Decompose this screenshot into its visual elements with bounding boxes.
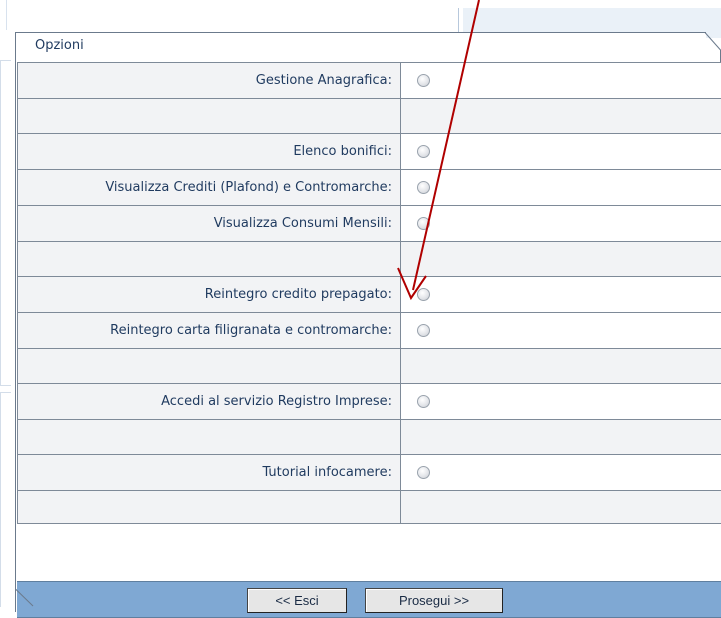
- radio-unselected-icon[interactable]: [417, 181, 430, 194]
- spacer-row: [18, 491, 721, 524]
- radio-unselected-icon[interactable]: [417, 288, 430, 301]
- option-cell: [401, 170, 721, 206]
- background-divider: [6, 0, 7, 30]
- options-table: Gestione Anagrafica: Elenco bonifici: Vi…: [17, 62, 721, 524]
- background-divider: [458, 8, 459, 32]
- option-label: Reintegro carta filigranata e contromarc…: [18, 313, 401, 349]
- option-label: Visualizza Consumi Mensili:: [18, 206, 401, 242]
- background-frame: [0, 60, 11, 386]
- option-label: Elenco bonifici:: [18, 134, 401, 170]
- radio-unselected-icon[interactable]: [417, 74, 430, 87]
- spacer-row: [18, 349, 721, 384]
- option-row: Gestione Anagrafica:: [18, 63, 721, 99]
- exit-button[interactable]: << Esci: [247, 588, 347, 613]
- radio-unselected-icon[interactable]: [417, 466, 430, 479]
- panel-corner: [701, 32, 721, 62]
- option-row: Tutorial infocamere:: [18, 455, 721, 491]
- footer-bar: << Esci Prosegui >>: [17, 581, 721, 618]
- option-row: Visualizza Crediti (Plafond) e Contromar…: [18, 170, 721, 206]
- option-row: Accedi al servizio Registro Imprese:: [18, 384, 721, 420]
- option-label: Reintegro credito prepagato:: [18, 277, 401, 313]
- radio-unselected-icon[interactable]: [417, 324, 430, 337]
- panel-bottom-corner: [15, 584, 45, 614]
- option-row: Reintegro credito prepagato:: [18, 277, 721, 313]
- spacer-row: [18, 99, 721, 134]
- option-cell: [401, 206, 721, 242]
- option-cell: [401, 313, 721, 349]
- option-cell: [401, 277, 721, 313]
- options-panel: Opzioni Gestione Anagrafica: Elenco boni…: [15, 32, 721, 614]
- spacer-row: [18, 242, 721, 277]
- option-row: Reintegro carta filigranata e contromarc…: [18, 313, 721, 349]
- option-row: Visualizza Consumi Mensili:: [18, 206, 721, 242]
- panel-title: Opzioni: [35, 38, 84, 53]
- option-label: Accedi al servizio Registro Imprese:: [18, 384, 401, 420]
- continue-button[interactable]: Prosegui >>: [365, 588, 503, 613]
- option-row: Elenco bonifici:: [18, 134, 721, 170]
- radio-unselected-icon[interactable]: [417, 217, 430, 230]
- radio-unselected-icon[interactable]: [417, 145, 430, 158]
- option-cell: [401, 134, 721, 170]
- option-cell: [401, 455, 721, 491]
- option-label: Tutorial infocamere:: [18, 455, 401, 491]
- background-frame: [0, 392, 11, 607]
- panel-body: Gestione Anagrafica: Elenco bonifici: Vi…: [15, 62, 721, 612]
- spacer-row: [18, 420, 721, 455]
- option-label: Visualizza Crediti (Plafond) e Contromar…: [18, 170, 401, 206]
- option-cell: [401, 63, 721, 99]
- radio-unselected-icon[interactable]: [417, 395, 430, 408]
- option-label: Gestione Anagrafica:: [18, 63, 401, 99]
- panel-header: Opzioni: [15, 32, 706, 63]
- option-cell: [401, 384, 721, 420]
